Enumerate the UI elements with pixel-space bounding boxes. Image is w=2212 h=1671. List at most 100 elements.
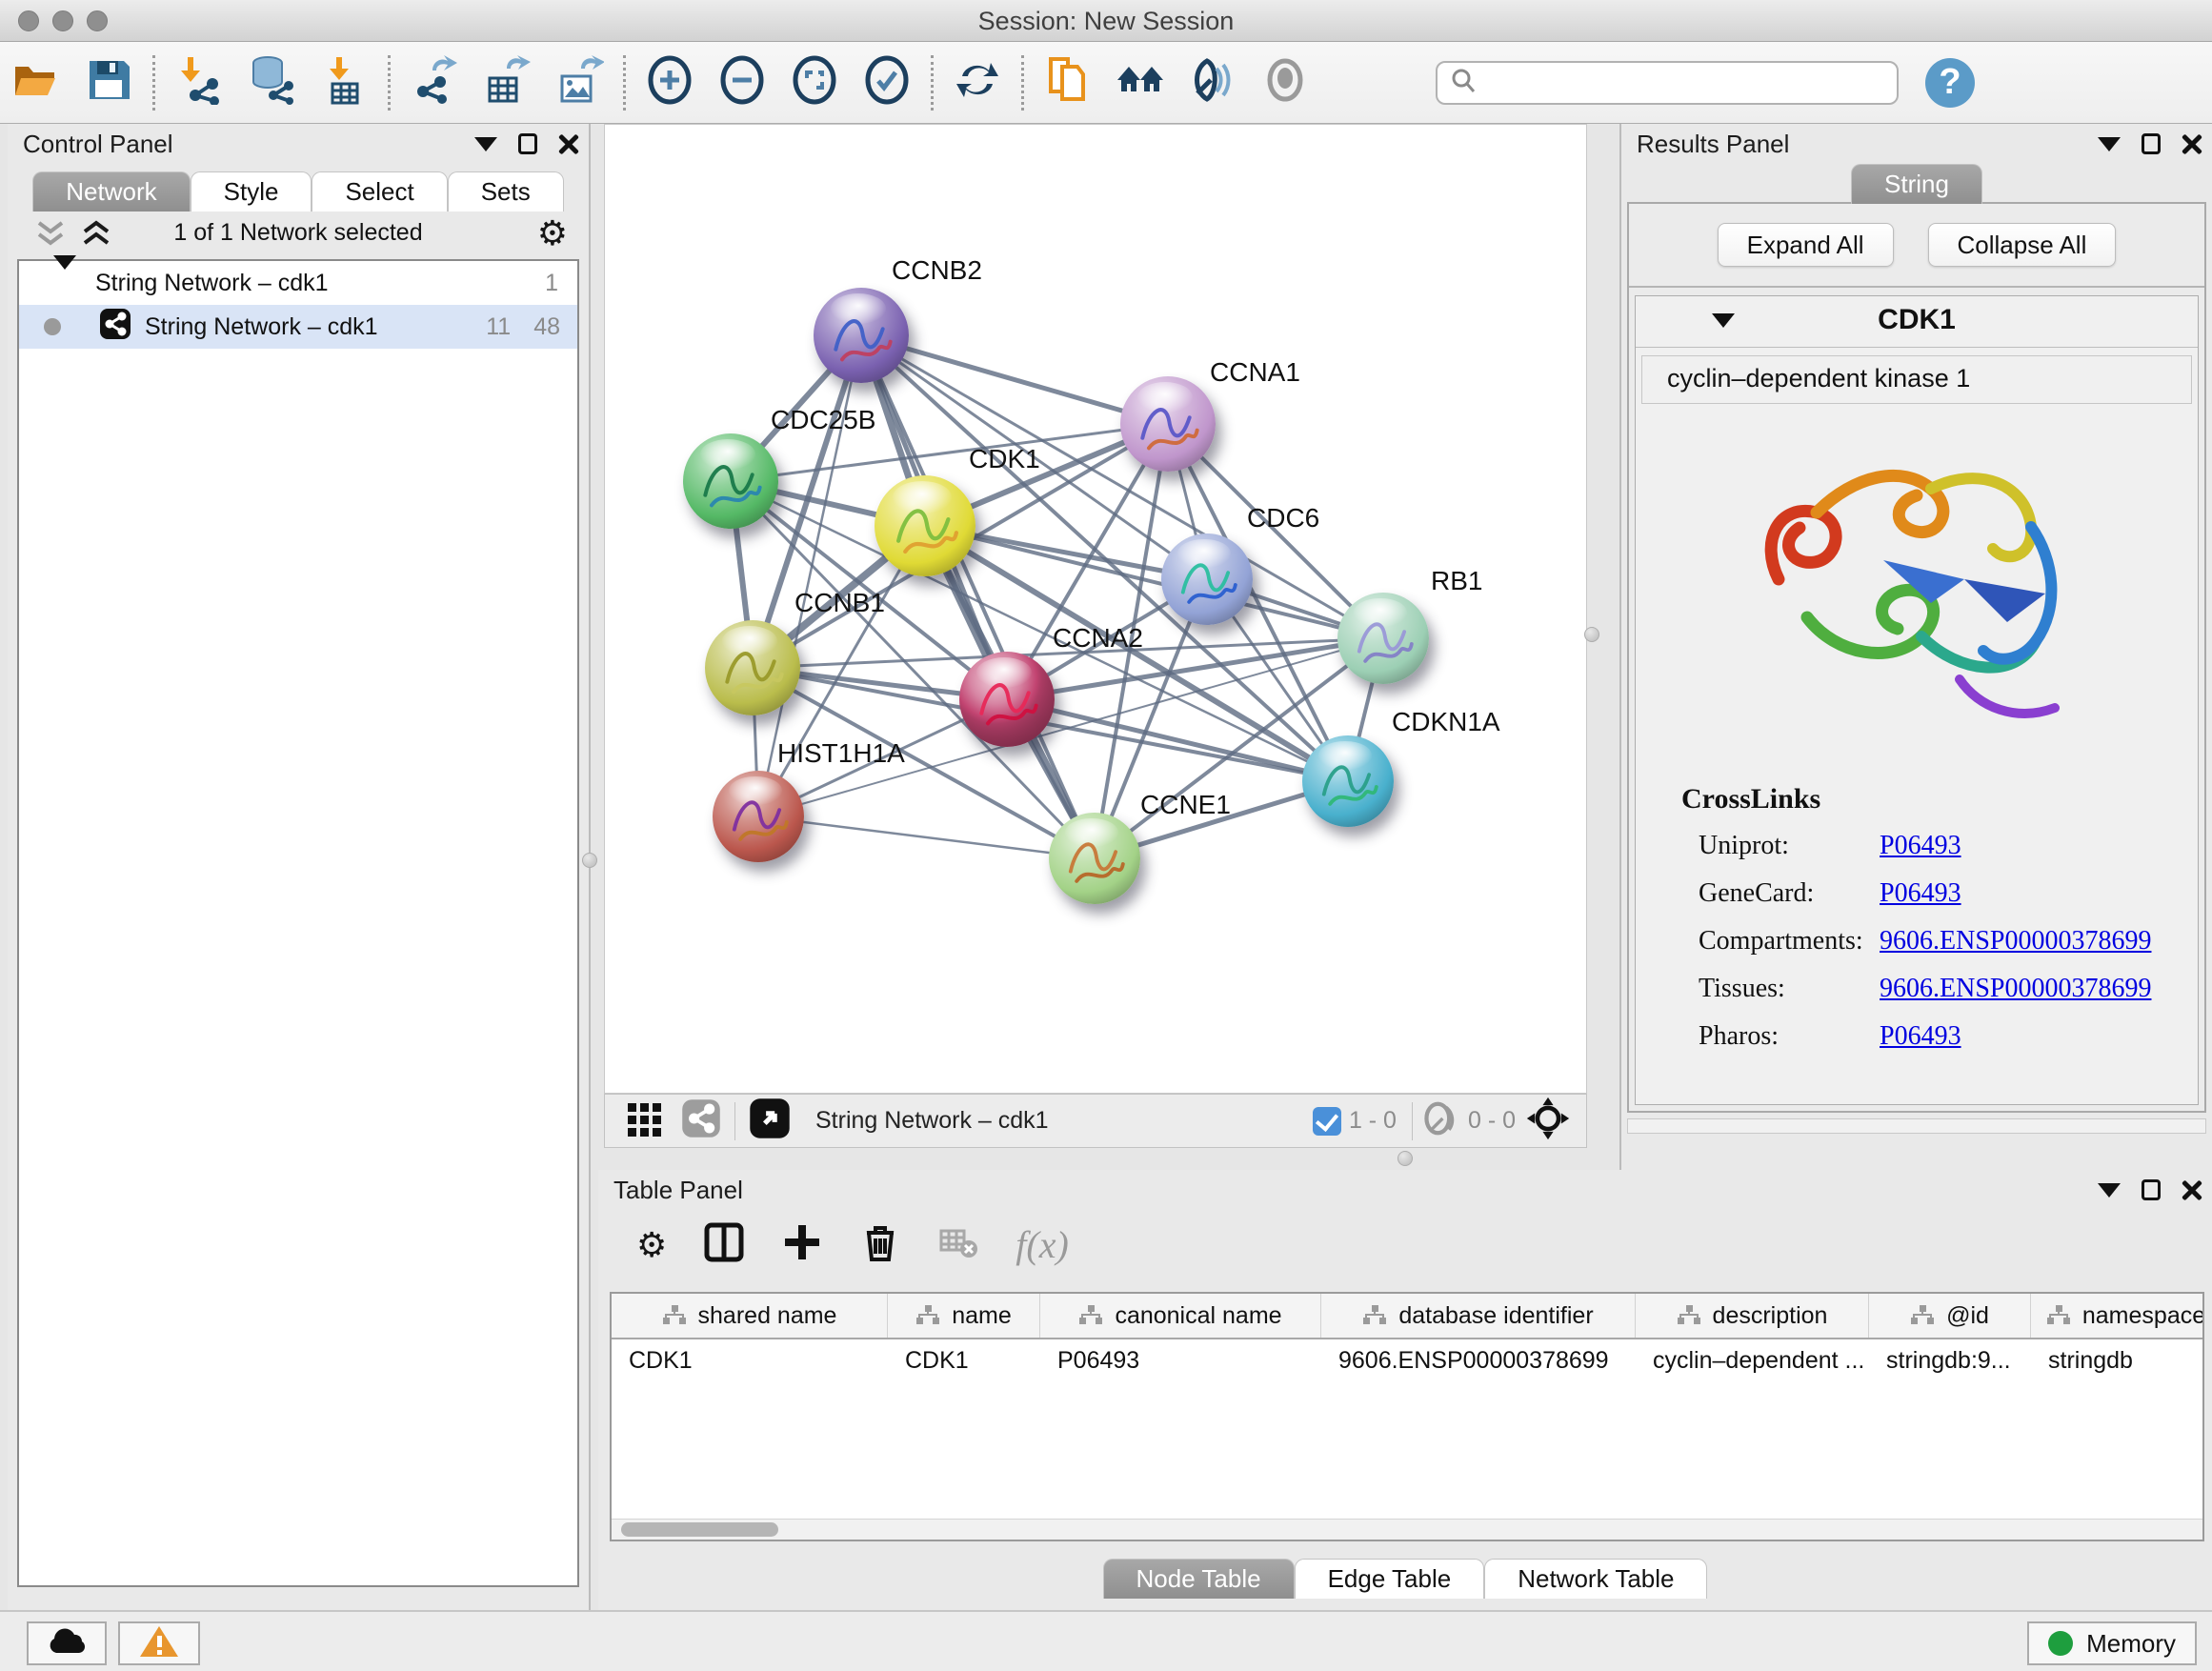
tab-edge-table[interactable]: Edge Table	[1295, 1559, 1485, 1599]
node-CCNB1[interactable]	[705, 620, 800, 715]
tab-node-table[interactable]: Node Table	[1103, 1559, 1295, 1599]
node-label-CCNB1: CCNB1	[794, 588, 885, 618]
grid-view-icon[interactable]	[626, 1099, 664, 1142]
tab-select[interactable]: Select	[312, 171, 447, 211]
column-header-description[interactable]: description	[1636, 1294, 1869, 1338]
column-header-canonical-name[interactable]: canonical name	[1040, 1294, 1321, 1338]
navigate-crosshair-icon[interactable]	[1525, 1096, 1571, 1146]
network-collection-row[interactable]: String Network – cdk1 1	[19, 261, 577, 305]
panel-close-icon[interactable]	[2182, 1179, 2202, 1200]
table-cell[interactable]: stringdb:9...	[1869, 1339, 2031, 1383]
node-CDC25B[interactable]	[683, 433, 778, 529]
panel-close-icon[interactable]	[2182, 133, 2202, 154]
tab-sets[interactable]: Sets	[448, 171, 564, 211]
crosslink-link[interactable]: 9606.ENSP00000378699	[1880, 974, 2151, 1004]
node-table[interactable]: shared namename canonical name database id…	[610, 1292, 2204, 1541]
crosslink-link[interactable]: P06493	[1880, 1021, 1961, 1052]
birdseye-toggle-icon[interactable]	[749, 1097, 791, 1144]
edge-CCNA2-CDKN1A[interactable]	[1007, 699, 1348, 781]
table-horizontal-scrollbar[interactable]	[612, 1519, 2202, 1540]
table-cell[interactable]: 9606.ENSP00000378699	[1321, 1339, 1636, 1383]
export-network-button[interactable]	[398, 50, 471, 116]
node-CCNE1[interactable]	[1049, 813, 1140, 904]
show-columns-icon[interactable]	[703, 1221, 745, 1268]
column-header-database-identifier[interactable]: database identifier	[1321, 1294, 1636, 1338]
tab-network-table[interactable]: Network Table	[1484, 1559, 1707, 1599]
selected-checkbox-icon[interactable]	[1313, 1107, 1341, 1136]
node-CCNB2[interactable]	[814, 288, 909, 383]
column-header-shared-name[interactable]: shared name	[612, 1294, 888, 1338]
graphics-details-button[interactable]	[1176, 50, 1249, 116]
panel-menu-icon[interactable]	[2098, 1183, 2121, 1198]
hide-details-button[interactable]	[1249, 50, 1321, 116]
node-RB1[interactable]	[1337, 593, 1429, 684]
add-column-icon[interactable]	[781, 1221, 823, 1268]
node-CCNA1[interactable]	[1120, 376, 1216, 472]
crosslink-link[interactable]: 9606.ENSP00000378699	[1880, 926, 2151, 956]
export-image-button[interactable]	[543, 50, 615, 116]
node-CDK1[interactable]	[875, 475, 975, 576]
tab-network[interactable]: Network	[32, 171, 190, 211]
memory-button[interactable]: Memory	[2027, 1621, 2197, 1665]
zoom-selected-button[interactable]	[851, 50, 923, 116]
fit-content-button[interactable]	[778, 50, 851, 116]
hidden-eye-icon[interactable]	[1418, 1097, 1460, 1144]
panel-float-icon[interactable]	[2142, 133, 2161, 154]
table-cell[interactable]: CDK1	[612, 1339, 888, 1383]
column-header-name[interactable]: name	[888, 1294, 1040, 1338]
column-header-@id[interactable]: @id	[1869, 1294, 2031, 1338]
tab-string[interactable]: String	[1851, 164, 1982, 204]
node-HIST1H1A[interactable]	[713, 771, 804, 862]
node-CCNA2[interactable]	[959, 652, 1055, 747]
panel-float-icon[interactable]	[518, 133, 537, 154]
warning-button[interactable]	[118, 1621, 200, 1665]
zoom-in-button[interactable]	[633, 50, 706, 116]
table-cell[interactable]: P06493	[1040, 1339, 1321, 1383]
export-table-button[interactable]	[471, 50, 543, 116]
panel-menu-icon[interactable]	[2098, 137, 2121, 151]
left-splitter-handle[interactable]	[582, 853, 597, 868]
network-share-view-icon[interactable]	[681, 1098, 721, 1143]
search-input[interactable]	[1436, 61, 1899, 105]
help-button[interactable]: ?	[1925, 58, 1975, 108]
open-session-button[interactable]	[0, 50, 72, 116]
table-cell[interactable]: stringdb	[2031, 1339, 2204, 1383]
results-scrollbar[interactable]	[1627, 1118, 2206, 1134]
panel-float-icon[interactable]	[2142, 1179, 2161, 1200]
scrollbar-thumb[interactable]	[621, 1522, 778, 1537]
edge-CCNB2-CCNE1[interactable]	[861, 335, 1095, 858]
node-CDKN1A[interactable]	[1302, 735, 1394, 827]
table-row[interactable]: CDK1CDK1P064939606.ENSP00000378699cyclin…	[612, 1339, 2202, 1383]
column-label: canonical name	[1115, 1302, 1281, 1330]
import-table-button[interactable]	[308, 50, 380, 116]
expand-all-button[interactable]: Expand All	[1718, 223, 1894, 267]
network-options-gear-icon[interactable]: ⚙	[537, 213, 568, 253]
crosslink-link[interactable]: P06493	[1880, 831, 1961, 861]
tab-style[interactable]: Style	[191, 171, 312, 211]
network-canvas[interactable]: CCNB2 CCNA1 CDC25B CDK1 CDC6	[604, 124, 1587, 1094]
apply-layout-button[interactable]	[941, 50, 1014, 116]
annotation-documents-button[interactable]	[1032, 50, 1104, 116]
home-networks-button[interactable]	[1104, 50, 1176, 116]
zoom-out-button[interactable]	[706, 50, 778, 116]
import-network-database-button[interactable]	[235, 50, 308, 116]
crosslink-link[interactable]: P06493	[1880, 878, 1961, 909]
cloud-button[interactable]	[27, 1621, 107, 1665]
delete-column-icon[interactable]	[859, 1221, 901, 1268]
import-network-file-button[interactable]	[163, 50, 235, 116]
network-row[interactable]: String Network – cdk1 11 48	[19, 305, 577, 349]
table-options-gear-icon[interactable]: ⚙	[636, 1225, 667, 1265]
node-CDC6[interactable]	[1161, 534, 1253, 625]
column-header-namespace[interactable]: namespace	[2031, 1294, 2204, 1338]
edge-CCNE1-HIST1H1A[interactable]	[758, 816, 1095, 858]
panel-menu-icon[interactable]	[474, 137, 497, 151]
crosslink-label: Uniprot:	[1699, 831, 1880, 861]
panel-close-icon[interactable]	[558, 133, 579, 154]
horizontal-splitter-handle[interactable]	[1398, 1151, 1413, 1166]
tree-expander-icon[interactable]	[53, 270, 76, 297]
right-splitter-handle[interactable]	[1584, 627, 1599, 642]
save-session-button[interactable]	[72, 50, 145, 116]
table-cell[interactable]: CDK1	[888, 1339, 1040, 1383]
collapse-all-button[interactable]: Collapse All	[1928, 223, 2117, 267]
table-cell[interactable]: cyclin–dependent ...	[1636, 1339, 1869, 1383]
